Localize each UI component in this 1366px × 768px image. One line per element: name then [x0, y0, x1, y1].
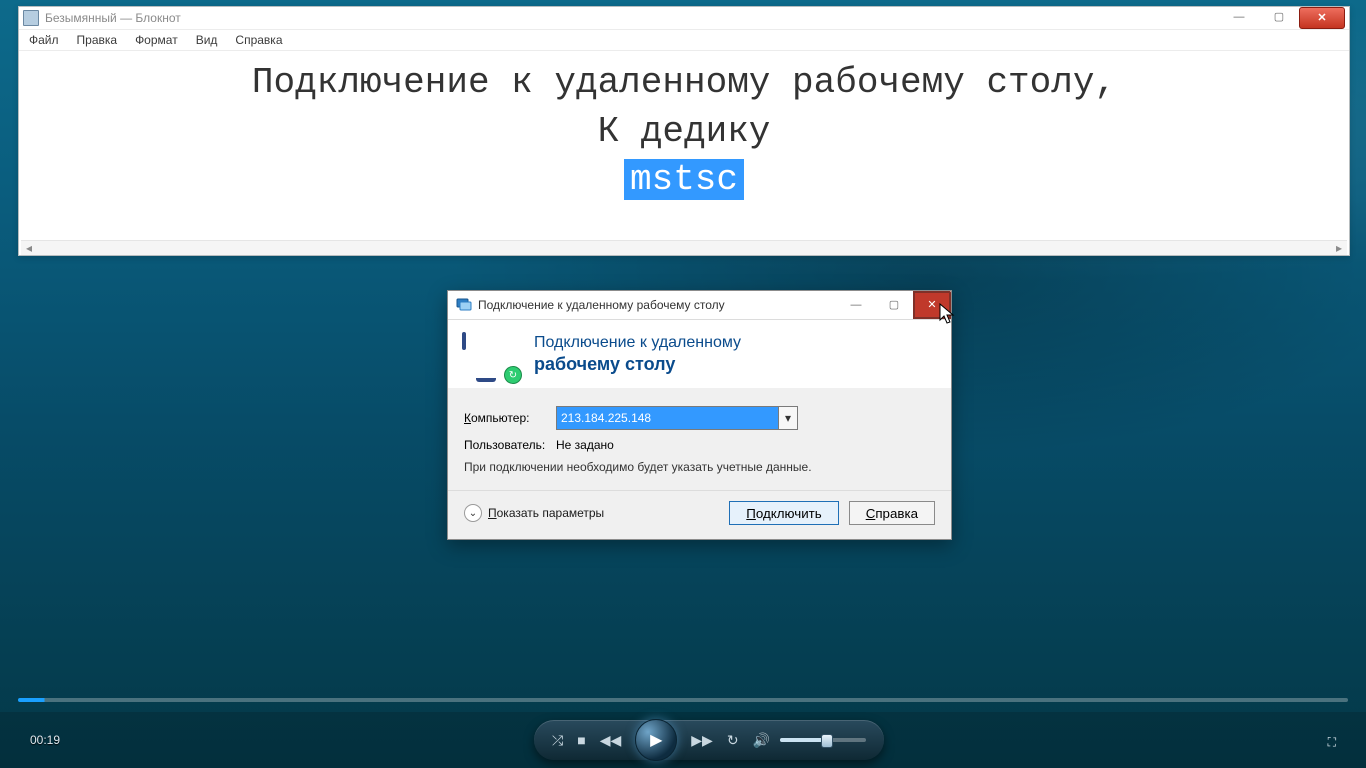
repeat-button[interactable]: ↻: [727, 732, 739, 749]
volume-fill: [780, 738, 827, 742]
notepad-horizontal-scrollbar[interactable]: ◂ ▸: [21, 240, 1347, 255]
close-button[interactable]: ✕: [1299, 7, 1345, 29]
volume-control: 🔊: [753, 732, 866, 749]
menu-file[interactable]: Файл: [27, 31, 61, 49]
maximize-icon: ▢: [889, 300, 899, 311]
notepad-window-controls: — ▢ ✕: [1219, 7, 1345, 29]
media-player-bar: 00:19 ⤮ ■ ◀◀ ▶ ▶▶ ↻ 🔊: [0, 712, 1366, 768]
menu-format[interactable]: Формат: [133, 31, 180, 49]
user-value: Не задано: [556, 438, 614, 452]
rdp-close-button[interactable]: ✕: [913, 291, 951, 319]
combo-caret-icon[interactable]: ▾: [778, 407, 797, 429]
rdp-window-controls: — ▢ ✕: [837, 291, 951, 319]
play-button[interactable]: ▶: [635, 719, 677, 761]
rdp-footer: ⌄ Показать параметры Подключить Справка: [448, 490, 951, 539]
show-options-label: Показать параметры: [488, 506, 604, 520]
help-button[interactable]: Справка: [849, 501, 935, 525]
notepad-line-2: К дедику: [35, 108, 1333, 157]
notepad-selected-text: mstsc: [624, 159, 744, 200]
transport-controls: ⤮ ■ ◀◀ ▶ ▶▶ ↻ 🔊: [534, 720, 884, 760]
rdp-icon: [456, 297, 472, 313]
volume-thumb[interactable]: [821, 734, 833, 748]
rdp-titlebar[interactable]: Подключение к удаленному рабочему столу …: [448, 291, 951, 320]
rdp-minimize-button[interactable]: —: [837, 291, 875, 319]
rdp-heading-line2: рабочему столу: [534, 354, 741, 375]
notepad-window: Безымянный — Блокнот — ▢ ✕ Файл Правка Ф…: [18, 6, 1350, 256]
rdp-computer-icon: ↻: [462, 334, 516, 378]
notepad-line-1: Подключение к удаленному рабочему столу,: [35, 59, 1333, 108]
rdp-title: Подключение к удаленному рабочему столу: [478, 298, 725, 312]
stop-button[interactable]: ■: [577, 732, 585, 748]
maximize-icon: ▢: [1274, 12, 1284, 23]
previous-button[interactable]: ◀◀: [600, 732, 622, 749]
user-label: Пользователь:: [464, 438, 556, 452]
volume-slider[interactable]: [780, 738, 866, 742]
credentials-hint: При подключении необходимо будет указать…: [464, 460, 884, 474]
scroll-right-icon[interactable]: ▸: [1331, 241, 1347, 255]
seek-bar[interactable]: [18, 698, 1348, 702]
scroll-left-icon[interactable]: ◂: [21, 241, 37, 255]
close-icon: ✕: [1317, 13, 1326, 24]
notepad-title: Безымянный — Блокнот: [45, 11, 181, 25]
rdp-heading-line1: Подключение к удаленному: [534, 334, 741, 352]
next-button[interactable]: ▶▶: [691, 732, 713, 749]
minimize-icon: —: [1234, 12, 1245, 23]
rdp-body: Компьютер: ▾ Пользователь: Не задано При…: [448, 388, 951, 490]
minimize-icon: —: [851, 300, 862, 311]
chevron-down-icon: ⌄: [464, 504, 482, 522]
menu-view[interactable]: Вид: [194, 31, 220, 49]
show-options-toggle[interactable]: ⌄ Показать параметры: [464, 504, 604, 522]
volume-icon[interactable]: 🔊: [753, 732, 770, 749]
computer-input[interactable]: [557, 407, 778, 429]
computer-combo[interactable]: ▾: [556, 406, 798, 430]
maximize-button[interactable]: ▢: [1259, 7, 1299, 27]
notepad-text-area[interactable]: Подключение к удаленному рабочему столу,…: [19, 51, 1349, 255]
close-icon: ✕: [927, 300, 936, 311]
connect-button[interactable]: Подключить: [729, 501, 838, 525]
menu-edit[interactable]: Правка: [75, 31, 120, 49]
rdp-maximize-button[interactable]: ▢: [875, 291, 913, 319]
menu-help[interactable]: Справка: [233, 31, 284, 49]
notepad-content: Подключение к удаленному рабочему столу,…: [35, 59, 1333, 205]
minimize-button[interactable]: —: [1219, 7, 1259, 27]
notepad-menu-bar: Файл Правка Формат Вид Справка: [19, 30, 1349, 51]
playback-time: 00:19: [30, 733, 60, 747]
notepad-titlebar[interactable]: Безымянный — Блокнот — ▢ ✕: [19, 7, 1349, 30]
computer-label: Компьютер:: [464, 411, 556, 425]
notepad-icon: [23, 10, 39, 26]
rdp-banner: ↻ Подключение к удаленному рабочему стол…: [448, 320, 951, 388]
rdp-heading: Подключение к удаленному рабочему столу: [534, 334, 741, 378]
rdp-connect-badge-icon: ↻: [504, 366, 522, 384]
shuffle-button[interactable]: ⤮: [552, 732, 563, 749]
rdp-dialog: Подключение к удаленному рабочему столу …: [447, 290, 952, 540]
fullscreen-button[interactable]: ⛶: [1328, 735, 1336, 750]
